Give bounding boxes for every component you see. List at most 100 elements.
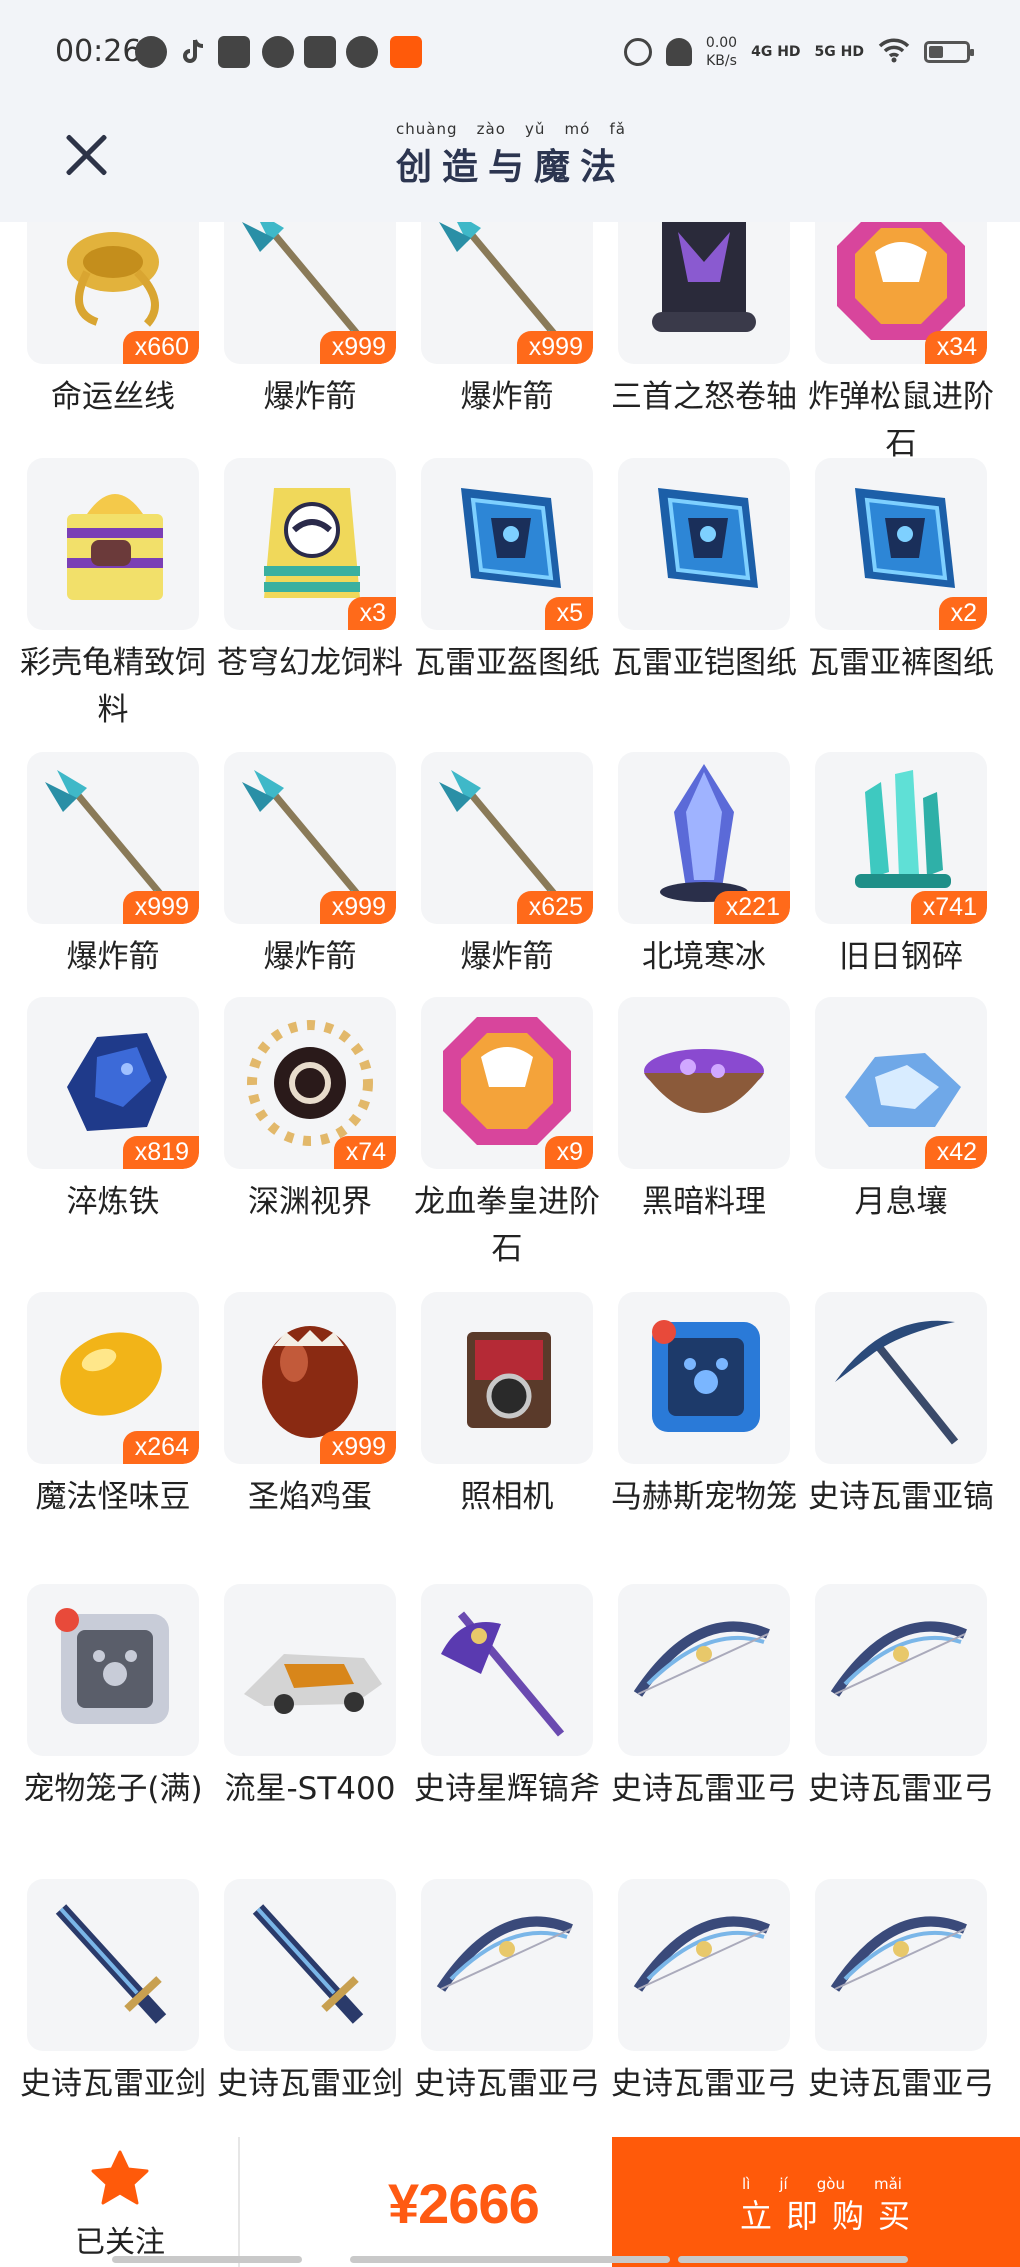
item-name: 史诗瓦雷亚剑 — [217, 2066, 403, 2102]
signal-4g: 4G HD — [751, 44, 801, 60]
item-name: 月息壤 — [854, 1184, 948, 1220]
item-thumbnail — [815, 1879, 987, 2051]
weibo-icon — [346, 36, 378, 68]
nav-gesture-bar — [350, 2256, 670, 2263]
item-thumbnail: x42 — [815, 997, 987, 1169]
quantity-badge: x999 — [319, 1431, 396, 1464]
quantity-badge: x660 — [122, 331, 199, 364]
item-thumbnail: x999 — [224, 752, 396, 924]
close-icon[interactable] — [58, 126, 114, 182]
quantity-badge: x74 — [333, 1136, 396, 1169]
item-thumbnail: x3 — [224, 458, 396, 630]
item-name: 瓦雷亚铠图纸 — [611, 645, 797, 681]
net-speed: 0.00 KB/s — [706, 34, 737, 70]
qq-icon — [262, 36, 294, 68]
item-name: 爆炸箭 — [460, 379, 554, 415]
bottom-bar: 已关注 ¥2666 lì jí gòu mǎi 立即购买 — [0, 2137, 1020, 2267]
browser-icon — [135, 36, 167, 68]
item-name: 旧日钢碎 — [839, 939, 963, 975]
quantity-badge: x9 — [544, 1136, 593, 1169]
item-name: 史诗瓦雷亚镐 — [808, 1479, 994, 1515]
item-thumbnail: x5 — [421, 458, 593, 630]
item-thumbnail — [618, 997, 790, 1169]
item-name: 马赫斯宠物笼 — [611, 1479, 797, 1515]
item-name: 史诗星辉镐斧 — [414, 1771, 600, 1807]
quantity-badge: x221 — [713, 891, 790, 924]
quantity-badge: x264 — [122, 1431, 199, 1464]
item-thumbnail: x625 — [421, 752, 593, 924]
item-thumbnail: x819 — [27, 997, 199, 1169]
item-thumbnail: x34 — [815, 222, 987, 364]
quantity-badge: x741 — [910, 891, 987, 924]
item-thumbnail — [618, 222, 790, 364]
pinyin-1: chuàng — [396, 120, 458, 138]
game-app-icon — [218, 36, 250, 68]
item-thumbnail — [27, 1879, 199, 2051]
item-name: 龙血拳皇进阶石 — [414, 1184, 600, 1267]
item-thumbnail: x741 — [815, 752, 987, 924]
nav-gesture-bar — [678, 2256, 908, 2263]
follow-label: 已关注 — [75, 2225, 165, 2260]
item-thumbnail: x660 — [27, 222, 199, 364]
item-name: 史诗瓦雷亚弓 — [414, 2066, 600, 2102]
item-thumbnail: x999 — [27, 752, 199, 924]
net-speed-unit: KB/s — [706, 53, 737, 69]
quantity-badge: x999 — [319, 331, 396, 364]
item-name: 三首之怒卷轴 — [611, 379, 797, 415]
logo-title: 创造与魔法 — [396, 146, 627, 188]
item-thumbnail — [618, 458, 790, 630]
item-name: 照相机 — [460, 1479, 554, 1515]
item-name: 炸弹松鼠进阶石 — [808, 379, 994, 462]
taobao-icon — [304, 36, 336, 68]
quantity-badge: x819 — [122, 1136, 199, 1169]
item-name: 深渊视界 — [248, 1184, 372, 1220]
status-time: 00:26 — [55, 34, 142, 69]
app-notification-icon — [390, 36, 422, 68]
item-name: 史诗瓦雷亚弓 — [611, 2066, 797, 2102]
item-thumbnail — [27, 1584, 199, 1756]
item-thumbnail: x999 — [421, 222, 593, 364]
pinyin-2: zào — [476, 120, 506, 138]
pinyin-3: yǔ — [525, 120, 546, 138]
item-name: 史诗瓦雷亚弓 — [611, 1771, 797, 1807]
buy-now-button[interactable]: lì jí gòu mǎi 立即购买 — [612, 2137, 1020, 2267]
item-name: 苍穹幻龙饲料 — [217, 645, 403, 681]
item-thumbnail — [421, 1584, 593, 1756]
pinyin-4: mó — [564, 120, 591, 138]
net-speed-value: 0.00 — [705, 35, 738, 51]
item-thumbnail — [618, 1879, 790, 2051]
item-thumbnail: x9 — [421, 997, 593, 1169]
item-name: 爆炸箭 — [66, 939, 160, 975]
item-thumbnail: x221 — [618, 752, 790, 924]
item-thumbnail — [421, 1879, 593, 2051]
item-name: 魔法怪味豆 — [35, 1479, 191, 1515]
quantity-badge: x42 — [924, 1136, 987, 1169]
item-thumbnail — [421, 1292, 593, 1464]
wifi-icon — [878, 37, 910, 67]
tiktok-icon — [177, 36, 209, 68]
item-name: 北境寒冰 — [642, 939, 766, 975]
item-thumbnail — [815, 1584, 987, 1756]
follow-button[interactable]: 已关注 — [0, 2137, 240, 2267]
item-name: 瓦雷亚裤图纸 — [808, 645, 994, 681]
item-name: 淬炼铁 — [66, 1184, 160, 1220]
item-thumbnail: x999 — [224, 1292, 396, 1464]
nav-gesture-bar — [112, 2256, 302, 2263]
item-name: 宠物笼子(满) — [23, 1771, 203, 1807]
game-logo: chuàng zào yǔ mó fǎ 创造与魔法 — [396, 120, 626, 190]
signal-5g: 5G HD — [814, 44, 864, 60]
pinyin-5: fǎ — [609, 120, 626, 138]
item-thumbnail: x264 — [27, 1292, 199, 1464]
buy-label: 立即购买 — [740, 2197, 925, 2235]
item-name: 命运丝线 — [51, 379, 175, 415]
item-name: 史诗瓦雷亚剑 — [20, 2066, 206, 2102]
item-thumbnail — [224, 1879, 396, 2051]
app-header: chuàng zào yǔ mó fǎ 创造与魔法 — [0, 110, 1020, 222]
quantity-badge: x999 — [319, 891, 396, 924]
item-name: 史诗瓦雷亚弓 — [808, 1771, 994, 1807]
item-name: 黑暗料理 — [642, 1184, 766, 1220]
item-name: 爆炸箭 — [263, 379, 357, 415]
battery-icon — [924, 41, 974, 63]
item-thumbnail: x999 — [224, 222, 396, 364]
status-bar: 00:26 0.00 KB/s 4G HD 5G HD — [0, 0, 1020, 110]
